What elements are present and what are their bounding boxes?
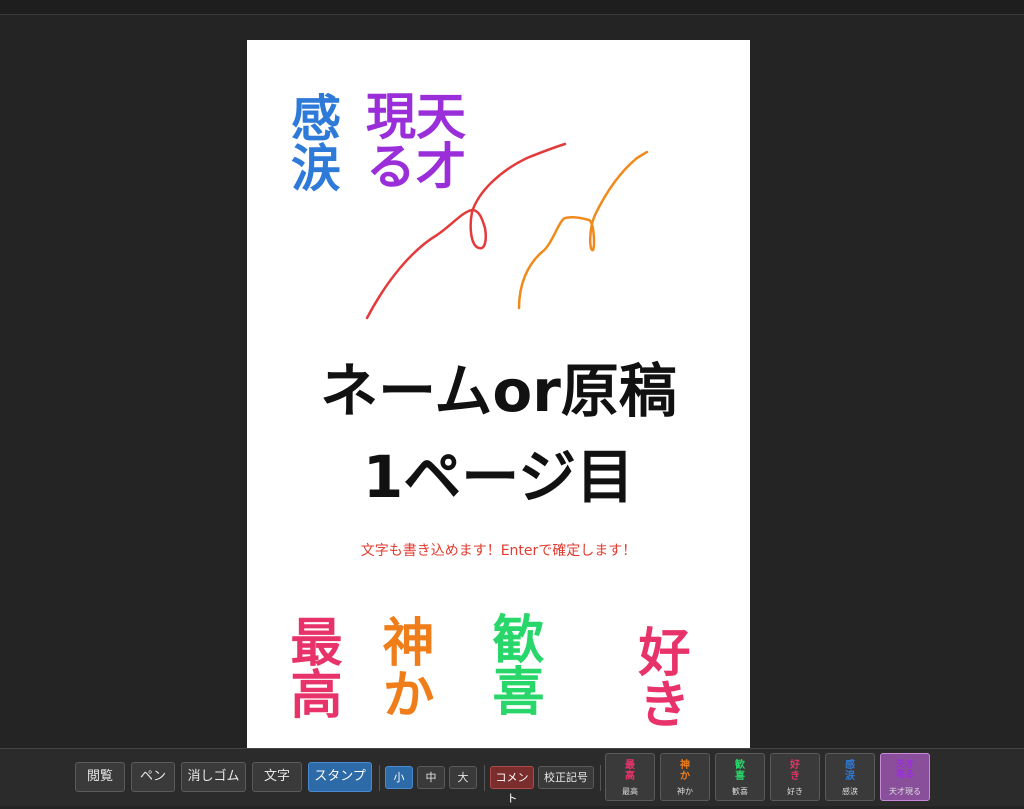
stamp-caption: 天才現る [889,787,921,796]
stamp-caption: 感涙 [842,787,858,796]
stamp-preview: 感涙 [845,760,855,782]
stamp-caption: 最高 [622,787,638,796]
mode-eraser-button[interactable]: 消しゴム [181,762,246,792]
toolbar-separator [484,765,485,791]
manuscript-page[interactable]: 感涙 天才現る ネームor原稿 1ページ目 文字も書き込めます！Enterで確定… [247,40,750,748]
stamp-preview: 天才現る [895,760,914,780]
stamp-button-saikou[interactable]: 最高 最高 [605,753,655,801]
mode-text-button[interactable]: 文字 [252,762,302,792]
top-bar [0,0,1024,15]
toolbar-separator [600,765,601,791]
stamp-caption: 好き [787,787,803,796]
stamp-button-kanki[interactable]: 歓喜 歓喜 [715,753,765,801]
stamp-kanki[interactable]: 歓喜 [483,612,543,716]
stamp-button-kanrui[interactable]: 感涙 感涙 [825,753,875,801]
red-pen-stroke [365,142,567,320]
page-title-line2: 1ページ目 [362,443,635,511]
orange-pen-stroke [517,150,649,310]
mode-stamp-button[interactable]: スタンプ [308,762,372,792]
stamp-button-kamika[interactable]: 神か 神か [660,753,710,801]
mode-view-button[interactable]: 閲覧 [75,762,125,792]
proof-marks-button[interactable]: 校正記号 [538,766,594,789]
page-title-line1: ネームor原稿 [320,357,677,425]
stamp-suki[interactable]: 好き [629,625,689,729]
instruction-note: 文字も書き込めます！Enterで確定します！ [360,543,637,559]
stamp-preview: 好き [790,760,800,782]
stamp-caption: 歓喜 [732,787,748,796]
stamp-preview: 最高 [625,760,635,782]
size-large-button[interactable]: 大 [449,766,477,789]
stamp-caption: 神か [677,787,693,796]
bottom-toolbar: 閲覧 ペン 消しゴム 文字 スタンプ 小 中 大 コメント 校正記号 最高 最高… [0,748,1024,806]
comment-button[interactable]: コメント [490,766,534,805]
stamp-kamika[interactable]: 神か [373,615,433,719]
size-medium-button[interactable]: 中 [417,766,445,789]
stamp-button-suki[interactable]: 好き 好き [770,753,820,801]
toolbar-separator [379,765,380,791]
mode-pen-button[interactable]: ペン [131,762,175,792]
stamp-button-tensai-arawaru[interactable]: 天才現る 天才現る [880,753,930,801]
stamp-preview: 神か [680,760,690,782]
size-small-button[interactable]: 小 [385,766,413,789]
stamp-saikou[interactable]: 最高 [281,615,341,719]
stamp-preview: 歓喜 [735,760,745,782]
